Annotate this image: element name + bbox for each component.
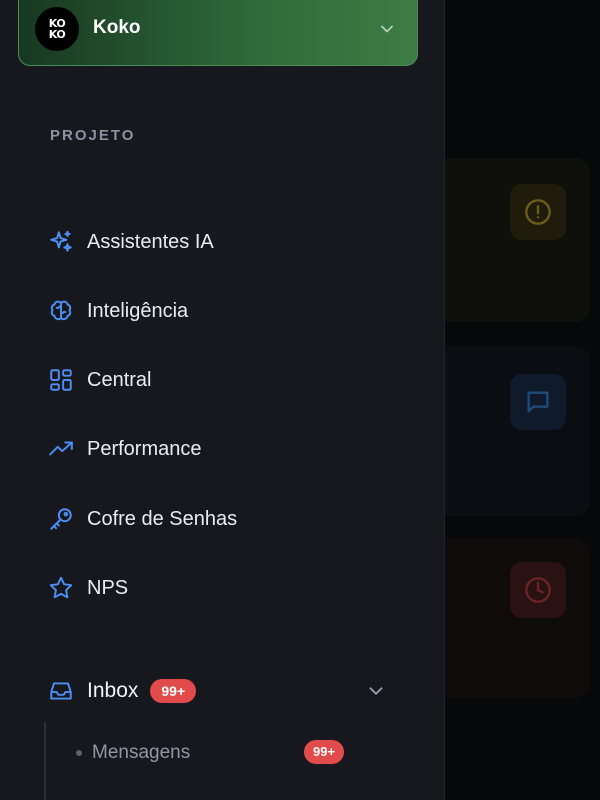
star-icon — [48, 575, 74, 601]
notification-badge: 99+ — [304, 740, 345, 764]
project-name: Koko — [93, 17, 141, 38]
alert-circle-icon — [510, 184, 566, 240]
sidebar-item-label: Cofre de Senhas — [87, 507, 238, 530]
submenu-divider — [44, 722, 46, 800]
sidebar-item-inbox[interactable]: Inbox 99+ — [48, 674, 388, 708]
brain-icon — [48, 298, 74, 324]
dashboard-grid-icon — [48, 367, 74, 393]
sidebar-item-label: Inteligência — [87, 299, 189, 322]
sidebar-subitem-mensagens[interactable]: Mensagens 99+ — [76, 740, 356, 766]
sidebar-item-cofre-de-senhas[interactable]: Cofre de Senhas — [48, 502, 237, 536]
bullet-dot-icon — [76, 750, 82, 756]
sidebar-item-label: NPS — [87, 576, 129, 599]
section-label: PROJETO — [50, 127, 136, 144]
sidebar: KO KO Koko PROJETO Assistentes IA Inteli… — [0, 0, 445, 800]
notification-badge: 99+ — [150, 679, 197, 703]
key-icon — [48, 506, 74, 532]
message-square-icon — [510, 374, 566, 430]
sidebar-item-inteligencia[interactable]: Inteligência — [48, 294, 188, 328]
project-avatar: KO KO — [35, 7, 79, 51]
sidebar-item-central[interactable]: Central — [48, 363, 151, 397]
inbox-icon — [48, 678, 74, 704]
background-card — [432, 346, 590, 516]
background-card — [432, 158, 590, 322]
project-switcher[interactable]: KO KO Koko — [18, 0, 418, 66]
background-card — [432, 538, 590, 698]
sidebar-item-label: Performance — [87, 437, 202, 460]
sidebar-subitem-label: Mensagens — [92, 742, 191, 763]
sidebar-item-assistentes-ia[interactable]: Assistentes IA — [48, 225, 214, 259]
trending-up-icon — [48, 436, 74, 462]
sidebar-item-label: Assistentes IA — [87, 230, 214, 253]
sidebar-item-label: Central — [87, 368, 152, 391]
sidebar-item-label: Inbox — [87, 679, 139, 702]
clock-icon — [510, 562, 566, 618]
chevron-down-icon — [377, 19, 397, 44]
sidebar-item-nps[interactable]: NPS — [48, 571, 128, 605]
sparkles-icon — [48, 229, 74, 255]
chevron-down-icon[interactable] — [365, 680, 387, 707]
sidebar-item-performance[interactable]: Performance — [48, 432, 202, 466]
